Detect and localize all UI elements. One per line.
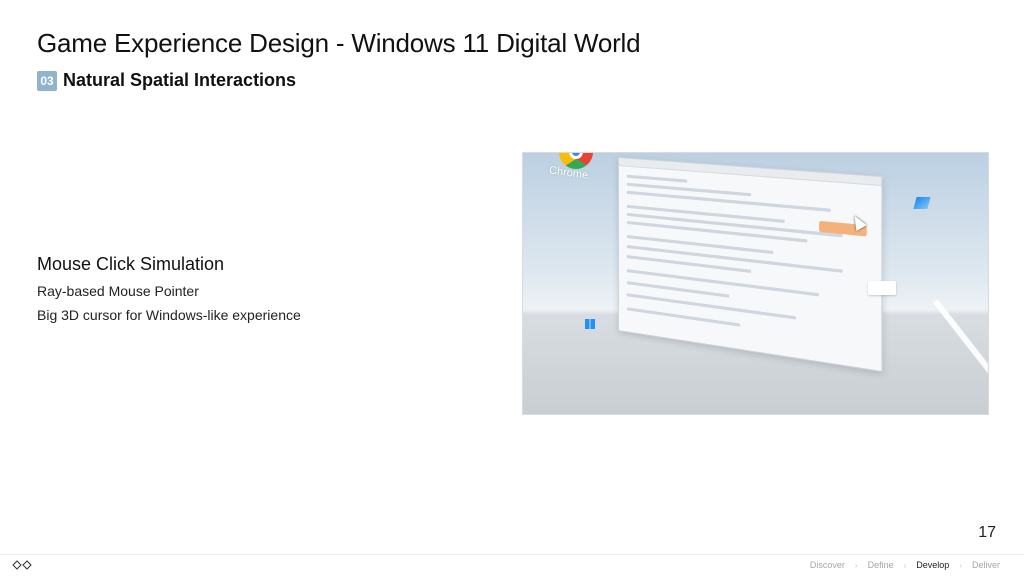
nav-item-define[interactable]: Define [866,560,896,570]
app-icon [913,197,931,209]
vr-screenshot: Chrome [522,152,989,415]
chevron-right-icon: › [854,560,858,570]
brand-logo-icon [12,560,32,570]
floating-card [868,281,896,295]
ui-row [626,307,741,327]
section-heading: 03 Natural Spatial Interactions [37,70,296,91]
chevron-right-icon: › [903,560,907,570]
section-number-badge: 03 [37,70,57,91]
floor-guide-line [933,299,988,414]
feature-bullet: Big 3D cursor for Windows-like experienc… [37,307,301,323]
process-nav: Discover › Define › Develop › Deliver [808,560,1002,570]
nav-item-develop[interactable]: Develop [914,560,951,570]
ui-row [626,269,820,297]
section-title: Natural Spatial Interactions [63,70,297,90]
ui-row [626,174,688,183]
page-number: 17 [978,524,996,541]
chevron-right-icon: › [959,560,962,570]
nav-item-discover[interactable]: Discover [808,560,847,570]
windows-logo-icon [585,319,595,329]
nav-item-deliver[interactable]: Deliver [970,560,1002,570]
window-titlebar [618,158,882,187]
feature-title: Mouse Click Simulation [37,254,225,274]
ui-row [626,234,774,255]
feature-bullet: Ray-based Mouse Pointer [37,283,199,299]
ui-row [626,293,796,320]
floating-browser-window [618,157,883,373]
slide-title: Game Experience Design - Windows 11 Digi… [37,28,641,58]
footer-divider [0,554,1024,555]
